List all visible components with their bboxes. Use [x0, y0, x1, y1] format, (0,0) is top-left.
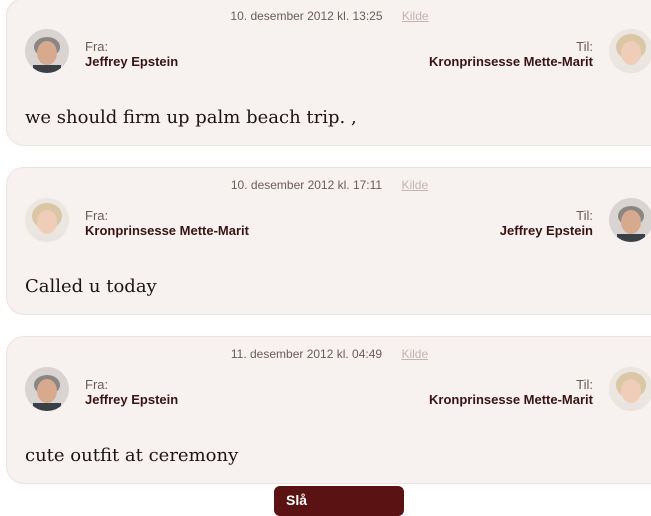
recipient-name: Jeffrey Epstein: [499, 223, 593, 238]
recipient-block: Til: Kronprinsesse Mette-Marit: [429, 39, 593, 70]
from-label: Fra:: [85, 208, 109, 223]
avatar-sender-icon: [25, 29, 69, 73]
source-link[interactable]: Kilde: [401, 347, 428, 361]
source-link[interactable]: Kilde: [402, 9, 429, 23]
recipient-name: Kronprinsesse Mette-Marit: [429, 392, 593, 407]
to-label: Til:: [576, 208, 593, 223]
message-text: Called u today: [25, 276, 157, 297]
avatar-sender-icon: [25, 198, 69, 242]
message-card: 10. desember 2012 kl. 13:25 Kilde Fra: J…: [6, 0, 651, 146]
message-date: 10. desember 2012 kl. 13:25: [230, 9, 383, 23]
avatar-sender-icon: [25, 367, 69, 411]
avatar-recipient-icon: [609, 198, 651, 242]
recipient-block: Til: Jeffrey Epstein: [500, 208, 593, 239]
message-text: cute outfit at ceremony: [25, 445, 239, 466]
from-label: Fra:: [85, 39, 109, 54]
sender-block: Fra: Kronprinsesse Mette-Marit: [85, 208, 249, 239]
message-meta: 11. desember 2012 kl. 04:49 Kilde: [7, 347, 651, 361]
recipient-name: Kronprinsesse Mette-Marit: [429, 54, 593, 69]
message-meta: 10. desember 2012 kl. 13:25 Kilde: [7, 9, 651, 23]
from-label: Fra:: [85, 377, 109, 392]
message-date: 10. desember 2012 kl. 17:11: [230, 178, 383, 192]
expand-button[interactable]: Slå: [274, 486, 404, 516]
sender-block: Fra: Jeffrey Epstein: [85, 377, 178, 408]
to-label: Til:: [576, 39, 593, 54]
message-text: we should firm up palm beach trip. ,: [25, 107, 357, 128]
avatar-recipient-icon: [609, 367, 651, 411]
sender-name: Jeffrey Epstein: [85, 392, 179, 407]
source-link[interactable]: Kilde: [401, 178, 428, 192]
sender-name: Kronprinsesse Mette-Marit: [85, 223, 249, 238]
avatar-recipient-icon: [609, 29, 651, 73]
message-card: 10. desember 2012 kl. 17:11 Kilde Fra: K…: [6, 167, 651, 315]
message-meta: 10. desember 2012 kl. 17:11 Kilde: [7, 178, 651, 192]
sender-name: Jeffrey Epstein: [85, 54, 179, 69]
message-date: 11. desember 2012 kl. 04:49: [230, 347, 383, 361]
recipient-block: Til: Kronprinsesse Mette-Marit: [429, 377, 593, 408]
to-label: Til:: [576, 377, 593, 392]
sender-block: Fra: Jeffrey Epstein: [85, 39, 178, 70]
message-card: 11. desember 2012 kl. 04:49 Kilde Fra: J…: [6, 336, 651, 484]
